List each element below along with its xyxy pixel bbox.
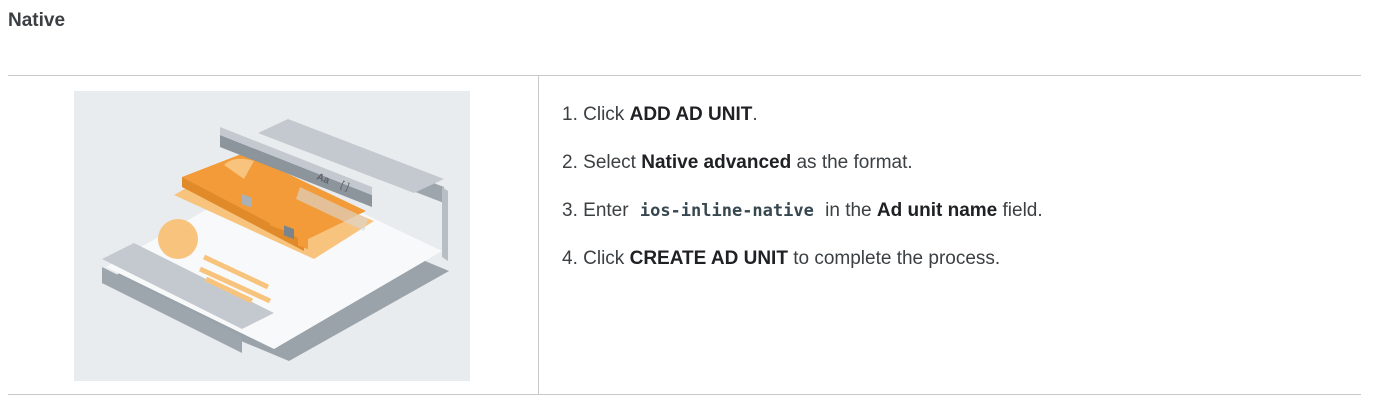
step-number: 4. xyxy=(562,248,578,269)
step-emphasis: Native advanced xyxy=(641,152,792,173)
step-number: 2. xyxy=(562,152,578,173)
step-1: 1. Click ADD AD UNIT. xyxy=(562,104,1043,152)
step-emphasis: Ad unit name xyxy=(876,200,998,221)
step-3: 3. Enter ios-inline-native in the Ad uni… xyxy=(562,200,1043,248)
native-ad-illustration-graphic: Aa [ ] xyxy=(102,119,449,361)
step-text: . xyxy=(752,104,758,125)
instruction-steps: 1. Click ADD AD UNIT. 2. Select Native a… xyxy=(562,104,1043,296)
section-title: Native xyxy=(8,10,66,31)
native-ad-illustration: Aa [ ] xyxy=(74,91,470,381)
step-emphasis: ADD AD UNIT xyxy=(629,104,753,125)
step-emphasis: CREATE AD UNIT xyxy=(629,248,788,269)
step-text: Select xyxy=(583,152,642,173)
step-text: Click xyxy=(583,104,630,125)
step-number: 3. xyxy=(562,200,578,221)
step-2: 2. Select Native advanced as the format. xyxy=(562,152,1043,200)
step-text: in the xyxy=(819,200,877,221)
step-number: 1. xyxy=(562,104,578,125)
step-text: as the format. xyxy=(791,152,913,173)
ad-unit-code: ios-inline-native xyxy=(639,201,814,221)
step-4: 4. Click CREATE AD UNIT to complete the … xyxy=(562,248,1043,296)
step-text: to complete the process. xyxy=(787,248,1001,269)
step-text: field. xyxy=(997,200,1043,221)
step-text: Enter xyxy=(583,200,634,221)
step-text: Click xyxy=(583,248,630,269)
format-table: Aa [ ] 1. Click ADD AD UNIT. 2. Select N… xyxy=(8,75,1361,395)
column-divider xyxy=(538,76,539,394)
